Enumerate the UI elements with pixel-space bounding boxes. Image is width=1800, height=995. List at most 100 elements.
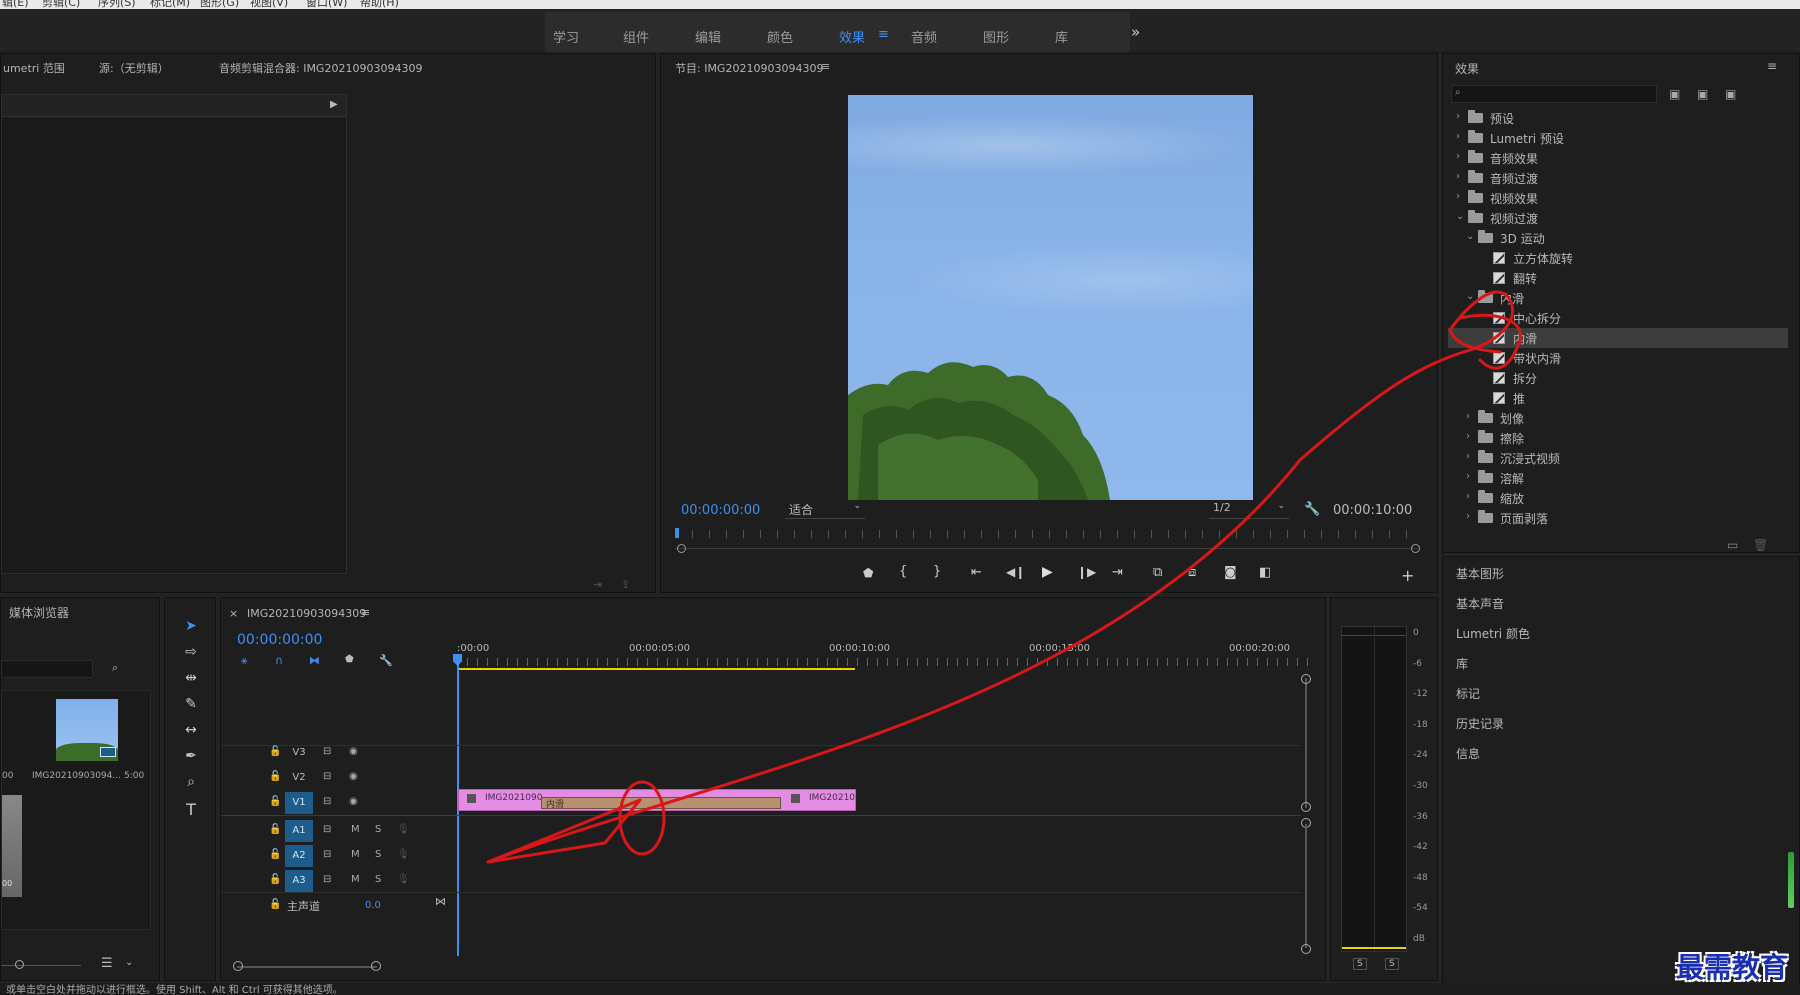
accelerated-effects-icon[interactable]: ▣	[1669, 87, 1680, 101]
panel-essential-sound[interactable]: 基本声音	[1456, 595, 1504, 612]
track-a2[interactable]: A2	[285, 845, 313, 867]
mute-a1[interactable]: M	[351, 824, 360, 835]
zoom-tool-icon[interactable]: ⌕	[181, 774, 201, 794]
effect-tree-item[interactable]: › 划像	[1448, 408, 1788, 428]
a-scroll-bottom[interactable]	[1301, 944, 1311, 954]
chevron-down-icon[interactable]: ⌄	[1466, 291, 1474, 302]
razor-tool-icon[interactable]: ✎	[181, 696, 201, 716]
go-to-out-icon[interactable]: ⇥	[1112, 565, 1123, 580]
timeline-settings-icon[interactable]: 🔧	[379, 654, 393, 667]
lock-v1-icon[interactable]: 🔓	[269, 796, 281, 807]
tab-learn[interactable]: 学习	[553, 27, 579, 46]
effect-tree-item[interactable]: › 页面剥落	[1448, 508, 1788, 528]
program-playhead[interactable]	[675, 528, 679, 538]
track-v3[interactable]: V3	[285, 742, 313, 764]
chevron-right-icon[interactable]: ›	[1466, 411, 1470, 422]
menu-marker[interactable]: 标记(M)	[150, 0, 190, 9]
effect-tree-item[interactable]: › 音频过渡	[1448, 168, 1788, 188]
timeline-close-icon[interactable]: ×	[229, 607, 238, 620]
go-to-in-icon[interactable]: ⇤	[971, 565, 982, 580]
tab-audio-clip-mixer[interactable]: 音频剪辑混合器: IMG20210903094309	[219, 60, 422, 76]
master-toggle-icon[interactable]: ⋈	[435, 895, 446, 908]
chevron-right-icon[interactable]: ›	[1466, 451, 1470, 462]
track-v2[interactable]: V2	[285, 767, 313, 789]
ripple-edit-tool-icon[interactable]: ⇹	[181, 670, 201, 690]
tab-assembly[interactable]: 组件	[623, 27, 649, 46]
sync-a3-icon[interactable]: ⊟	[323, 874, 331, 885]
transition-block[interactable]: 内滑	[541, 797, 781, 810]
panel-markers[interactable]: 标记	[1456, 685, 1480, 702]
timeline-menu-icon[interactable]: ≡	[361, 606, 370, 619]
lock-v3-icon[interactable]: 🔓	[269, 746, 281, 757]
program-timecode[interactable]: 00:00:00:00	[681, 503, 760, 518]
panel-history[interactable]: 历史记录	[1456, 715, 1504, 732]
new-bin-icon[interactable]: ▭	[1727, 538, 1738, 552]
menu-window[interactable]: 窗口(W)	[306, 0, 347, 9]
mute-a3[interactable]: M	[351, 874, 360, 885]
chevron-right-icon[interactable]: ›	[1456, 151, 1460, 162]
effect-tree-item[interactable]: 翻转	[1448, 268, 1788, 288]
lock-a2-icon[interactable]: 🔓	[269, 849, 281, 860]
effect-tree-item[interactable]: › 沉浸式视频	[1448, 448, 1788, 468]
play-arrow-icon[interactable]: ▶	[330, 99, 338, 110]
mic-a1-icon[interactable]: 🎙	[397, 824, 410, 835]
sync-a1-icon[interactable]: ⊟	[323, 824, 331, 835]
sort-dropdown-icon[interactable]: ⌄	[125, 957, 133, 968]
type-tool-icon[interactable]: T	[181, 800, 201, 820]
wrench-icon[interactable]: 🔧	[1304, 502, 1320, 517]
meter-solo-left[interactable]: S	[1353, 958, 1367, 970]
play-icon[interactable]: ▶	[1042, 564, 1053, 580]
effects-search-input[interactable]: ⌕	[1451, 85, 1657, 103]
effects-menu-icon[interactable]: ≡	[878, 27, 889, 42]
effect-tree-item[interactable]: › 溶解	[1448, 468, 1788, 488]
panel-libraries[interactable]: 库	[1456, 655, 1468, 672]
menu-edit[interactable]: 辑(E)	[2, 0, 29, 9]
sort-icon[interactable]: ☰	[101, 956, 113, 971]
32bit-effects-icon[interactable]: ▣	[1697, 87, 1708, 101]
track-a1[interactable]: A1	[285, 820, 313, 842]
thumb-size-handle[interactable]	[15, 960, 24, 969]
sync-v2-icon[interactable]: ⊟	[323, 771, 331, 782]
sync-v3-icon[interactable]: ⊟	[323, 746, 331, 757]
step-forward-icon[interactable]: ❙▶	[1077, 565, 1096, 579]
effects-menu-icon[interactable]: ≡	[1767, 59, 1777, 73]
effect-tree-item[interactable]: › 擦除	[1448, 428, 1788, 448]
v-scroll-mid[interactable]	[1301, 802, 1311, 812]
chevron-right-icon[interactable]: ›	[1456, 111, 1460, 122]
video-v-scrollbar[interactable]	[1305, 678, 1307, 808]
effect-tree-item[interactable]: › 预设	[1448, 108, 1788, 128]
menu-graphics[interactable]: 图形(G)	[200, 0, 239, 9]
effect-tree-item[interactable]: 拆分	[1448, 368, 1788, 388]
chevron-right-icon[interactable]: ›	[1466, 511, 1470, 522]
menu-sequence[interactable]: 序列(S)	[98, 0, 136, 9]
eye-v3-icon[interactable]: ◉	[349, 746, 358, 757]
track-a3[interactable]: A3	[285, 870, 313, 892]
lock-a3-icon[interactable]: 🔓	[269, 874, 281, 885]
chevron-right-icon[interactable]: ›	[1456, 131, 1460, 142]
media-browser-title[interactable]: 媒体浏览器	[9, 604, 69, 621]
chevron-down-icon[interactable]: ⌄	[1456, 211, 1464, 222]
effect-tree-item[interactable]: › 音频效果	[1448, 148, 1788, 168]
tab-editing[interactable]: 编辑	[695, 27, 721, 46]
track-v1[interactable]: V1	[285, 792, 313, 814]
tab-effects[interactable]: 效果	[839, 27, 865, 46]
work-area-bar[interactable]	[457, 668, 855, 670]
tab-color[interactable]: 颜色	[767, 27, 793, 46]
solo-a2[interactable]: S	[375, 849, 381, 860]
audio-v-scrollbar[interactable]	[1305, 824, 1307, 948]
tab-lumetri-scopes[interactable]: umetri 范围	[3, 60, 65, 76]
thumb-size-slider[interactable]	[1, 965, 81, 966]
project-search-input[interactable]	[1, 660, 93, 678]
mic-a3-icon[interactable]: 🎙	[397, 874, 410, 885]
sync-a2-icon[interactable]: ⊟	[323, 849, 331, 860]
step-back-icon[interactable]: ◀❙	[1006, 565, 1025, 579]
panel-essential-graphics[interactable]: 基本图形	[1456, 565, 1504, 582]
resolution-dropdown[interactable]: 1/2 ⌄	[1209, 501, 1289, 519]
tab-source[interactable]: 源:（无剪辑）	[99, 60, 169, 76]
timeline-ruler[interactable]	[457, 658, 1309, 666]
comparison-view-icon[interactable]: ◧	[1259, 565, 1271, 580]
zoom-handle-right[interactable]	[1411, 544, 1420, 553]
master-volume[interactable]: 0.0	[365, 900, 381, 911]
lock-v2-icon[interactable]: 🔓	[269, 771, 281, 782]
zoom-handle-left[interactable]	[677, 544, 686, 553]
